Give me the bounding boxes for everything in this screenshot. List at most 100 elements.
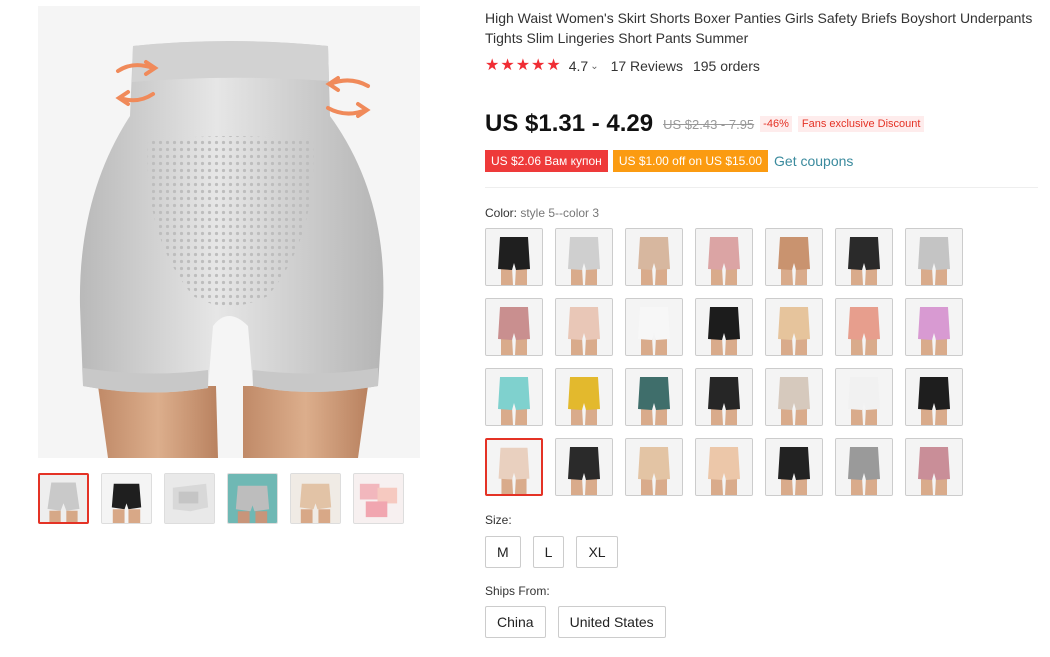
product-title: High Waist Women's Skirt Shorts Boxer Pa… <box>485 10 1033 46</box>
swatch-image <box>836 439 892 495</box>
color-swatch[interactable] <box>485 368 543 426</box>
reviews-link[interactable]: 17 Reviews <box>611 58 683 74</box>
color-swatch[interactable] <box>625 368 683 426</box>
ships-from-china[interactable]: China <box>485 606 546 638</box>
color-swatch[interactable] <box>835 368 893 426</box>
star-icon: ★ <box>485 57 500 74</box>
size-option-m[interactable]: M <box>485 536 521 568</box>
color-label: Color: style 5--color 3 <box>485 206 599 220</box>
color-swatch-grid <box>485 228 963 496</box>
rating-value[interactable]: 4.7 <box>569 58 588 74</box>
get-coupons-link[interactable]: Get coupons <box>774 153 853 169</box>
color-swatch[interactable] <box>905 438 963 496</box>
color-label-text: Color: <box>485 206 521 220</box>
color-swatch[interactable] <box>765 368 823 426</box>
color-swatch[interactable] <box>835 438 893 496</box>
color-swatch[interactable] <box>765 438 823 496</box>
color-swatch[interactable] <box>555 438 613 496</box>
ships-from-label: Ships From: <box>485 584 550 598</box>
color-swatch[interactable] <box>695 368 753 426</box>
product-photo <box>38 6 420 458</box>
current-price: US $1.31 - 4.29 <box>485 110 654 137</box>
color-selected-value: style 5--color 3 <box>520 206 600 220</box>
swatch-image <box>486 229 542 285</box>
star-icon: ★ <box>531 57 546 74</box>
swatch-image <box>486 369 542 425</box>
rating-stars: ★ ★ ★ ★ ★ <box>485 58 561 74</box>
thumbnail[interactable] <box>164 473 215 524</box>
swatch-image <box>626 439 682 495</box>
swatch-image <box>906 299 962 355</box>
swatch-image <box>766 439 822 495</box>
swatch-image <box>906 369 962 425</box>
fans-discount-badge: Fans exclusive Discount <box>797 116 925 132</box>
star-icon: ★ <box>515 57 531 74</box>
color-swatch[interactable] <box>485 438 543 496</box>
store-coupon-badge[interactable]: US $1.00 off on US $15.00 <box>612 150 769 172</box>
main-product-image[interactable] <box>38 6 420 458</box>
color-swatch[interactable] <box>765 298 823 356</box>
coupon-row: US $2.06 Вам купон US $1.00 off on US $1… <box>485 150 853 172</box>
ships-from-options: China United States <box>485 606 666 638</box>
swatch-image <box>696 369 752 425</box>
color-swatch[interactable] <box>555 298 613 356</box>
star-icon: ★ <box>546 57 561 74</box>
swatch-image <box>556 229 612 285</box>
swatch-image <box>836 369 892 425</box>
swatch-image <box>766 299 822 355</box>
swatch-image <box>696 229 752 285</box>
color-swatch[interactable] <box>485 298 543 356</box>
discount-badge: -46% <box>760 116 792 132</box>
size-option-l[interactable]: L <box>532 536 565 568</box>
color-swatch[interactable] <box>695 298 753 356</box>
chevron-down-icon[interactable]: ⌄ <box>590 61 598 72</box>
color-swatch[interactable] <box>835 228 893 286</box>
swatch-image <box>906 439 962 495</box>
color-swatch[interactable] <box>555 228 613 286</box>
star-icon: ★ <box>500 57 515 74</box>
coupon-badge[interactable]: US $2.06 Вам купон <box>485 150 608 172</box>
rating-row: ★ ★ ★ ★ ★ 4.7 ⌄ 17 Reviews 195 orders <box>485 58 760 75</box>
price-row: US $1.31 - 4.29 US $2.43 - 7.95 -46% Fan… <box>485 110 925 138</box>
swatch-image <box>487 440 541 494</box>
swatch-image <box>836 229 892 285</box>
color-swatch[interactable] <box>485 228 543 286</box>
swatch-image <box>766 369 822 425</box>
color-swatch[interactable] <box>695 228 753 286</box>
thumbnail[interactable] <box>38 473 89 524</box>
thumbnail-strip <box>38 473 404 524</box>
divider <box>485 187 1038 188</box>
size-label: Size: <box>485 513 512 527</box>
swatch-image <box>626 229 682 285</box>
color-swatch[interactable] <box>555 368 613 426</box>
swatch-image <box>556 299 612 355</box>
original-price: US $2.43 - 7.95 <box>663 116 755 132</box>
color-swatch[interactable] <box>905 298 963 356</box>
swatch-image <box>696 439 752 495</box>
thumbnail[interactable] <box>227 473 278 524</box>
swatch-image <box>626 299 682 355</box>
color-swatch[interactable] <box>905 368 963 426</box>
swatch-image <box>766 229 822 285</box>
swatch-image <box>486 299 542 355</box>
thumbnail[interactable] <box>290 473 341 524</box>
ships-from-united-states[interactable]: United States <box>557 606 666 638</box>
swatch-image <box>556 439 612 495</box>
color-swatch[interactable] <box>905 228 963 286</box>
thumbnail[interactable] <box>353 473 404 524</box>
color-swatch[interactable] <box>695 438 753 496</box>
thumbnail[interactable] <box>101 473 152 524</box>
color-swatch[interactable] <box>835 298 893 356</box>
orders-count: 195 orders <box>692 58 760 74</box>
swatch-image <box>906 229 962 285</box>
size-options: M L XL <box>485 536 618 568</box>
color-swatch[interactable] <box>625 438 683 496</box>
size-option-xl[interactable]: XL <box>576 536 618 568</box>
color-swatch[interactable] <box>625 298 683 356</box>
swatch-image <box>626 369 682 425</box>
color-swatch[interactable] <box>765 228 823 286</box>
color-swatch[interactable] <box>625 228 683 286</box>
swatch-image <box>696 299 752 355</box>
swatch-image <box>836 299 892 355</box>
swatch-image <box>556 369 612 425</box>
